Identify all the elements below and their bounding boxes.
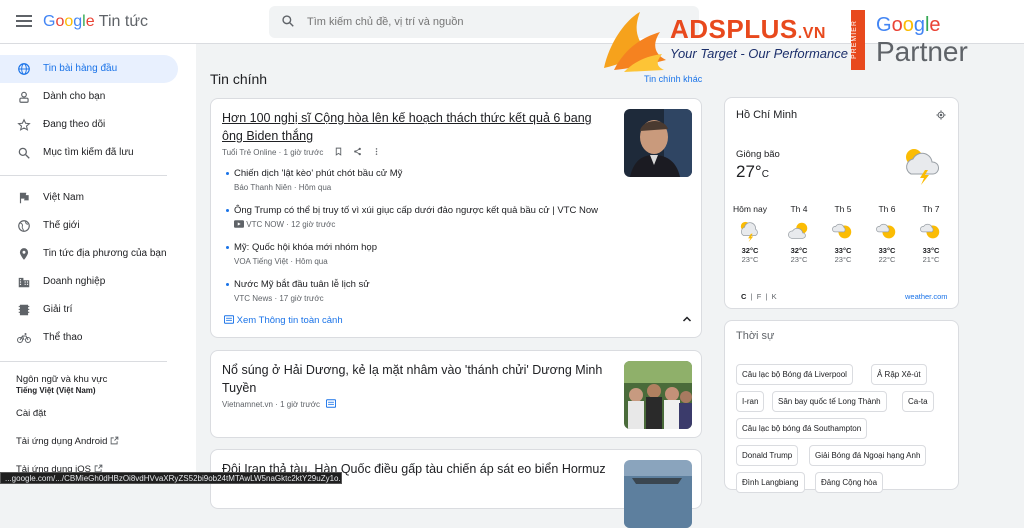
sidebar-item-entertainment[interactable]: Giải trí	[0, 296, 178, 324]
related-story-link[interactable]: Ông Trump có thể bị truy tố vì xúi giục …	[225, 205, 598, 216]
divider	[0, 175, 167, 176]
story-thumbnail[interactable]	[624, 109, 692, 177]
sidebar-item-saved-searches[interactable]: Mục tìm kiếm đã lưu	[0, 139, 178, 167]
building-icon	[17, 275, 31, 289]
external-link-icon	[110, 436, 119, 445]
world-icon	[17, 219, 31, 233]
location-target-icon[interactable]	[936, 110, 946, 120]
video-icon	[234, 220, 244, 228]
related-story-link[interactable]: Mỹ: Quốc hội khóa mới nhóm họp	[226, 242, 377, 253]
topics-title: Thời sự	[736, 330, 775, 342]
sidebar-item-top-stories[interactable]: Tin bài hàng đầu	[0, 55, 178, 83]
divider	[0, 361, 167, 362]
adsplus-logo: ADSPLUS.VN Your Target - Our Performance	[600, 10, 870, 72]
story-headline[interactable]: Hơn 100 nghị sĩ Cộng hòa lên kế hoạch th…	[222, 109, 610, 145]
forecast-day[interactable]: Th 5 33°C 23°C	[824, 204, 862, 264]
sidebar-item-business[interactable]: Doanh nghiệp	[0, 268, 178, 296]
full-coverage-icon[interactable]	[326, 399, 337, 408]
related-story-link[interactable]: Nước Mỹ bắt đầu tuân lễ lịch sử	[226, 279, 370, 290]
topic-chip[interactable]: Ả Rập Xê-út	[871, 364, 927, 385]
bookmark-icon[interactable]	[334, 147, 343, 156]
topic-chip[interactable]: Câu lạc bộ Bóng đá Liverpool	[736, 364, 853, 385]
partly-cloudy-icon	[920, 223, 940, 239]
logo-suffix: Tin tức	[98, 13, 149, 30]
storm-icon	[740, 221, 758, 242]
flag-icon	[17, 191, 31, 205]
sidebar-item-local-news[interactable]: Tin tức địa phương của bạn	[0, 240, 178, 268]
adsplus-tagline: Your Target - Our Performance	[670, 46, 848, 61]
unit-celsius[interactable]: C	[741, 292, 746, 301]
weather-city[interactable]: Hồ Chí Minh	[736, 109, 797, 121]
sidebar-item-sports[interactable]: Thể thao	[0, 324, 178, 352]
topics-card: Thời sự Câu lạc bộ Bóng đá Liverpool Ả R…	[724, 320, 959, 493]
temperature-unit-switch: C | F | K	[741, 292, 777, 301]
google-partner-logo: Google Partner	[876, 14, 968, 67]
side-navigation: Tin bài hàng đầu Dành cho bạn Đang theo …	[0, 44, 196, 484]
more-options-icon[interactable]	[372, 147, 381, 156]
top-bar: Google Tin tức	[0, 0, 1024, 44]
language-region-label[interactable]: Ngôn ngữ và khu vực	[16, 374, 107, 385]
story-thumbnail[interactable]	[624, 460, 692, 528]
google-news-logo[interactable]: Google Tin tức	[43, 13, 148, 31]
topic-chip[interactable]: I-ran	[736, 391, 765, 412]
forecast-day[interactable]: Th 6 33°C 22°C	[868, 204, 906, 264]
share-icon[interactable]	[353, 147, 362, 156]
partly-cloudy-icon	[876, 223, 896, 239]
search-icon[interactable]	[281, 14, 295, 28]
story-card: Nổ súng ở Hải Dương, kẻ lạ mặt nhâm vào …	[210, 350, 702, 438]
flame-logo-icon	[604, 12, 666, 72]
globe-icon	[17, 62, 31, 76]
weather-temperature: 27°C	[736, 162, 769, 181]
topic-chip[interactable]: Giải Bóng đá Ngoại hạng Anh	[809, 445, 927, 466]
story-source[interactable]: Vietnamnet.vn	[222, 400, 273, 409]
person-icon	[17, 90, 31, 104]
language-region-value[interactable]: Tiếng Việt (Việt Nam)	[16, 386, 96, 395]
storm-icon	[906, 149, 939, 185]
bicycle-icon	[17, 331, 31, 345]
partly-cloudy-icon	[788, 222, 808, 239]
sidebar-item-following[interactable]: Đang theo dõi	[0, 111, 178, 139]
related-story-link[interactable]: Chiến dịch 'lật kèo' phút chót bầu cử Mỹ	[225, 168, 402, 179]
weather-condition: Giông bão	[736, 149, 780, 160]
sidebar-item-for-you[interactable]: Dành cho bạn	[0, 83, 178, 111]
search-icon	[17, 146, 31, 160]
topic-chip[interactable]: Câu lạc bộ bóng đá Southampton	[736, 418, 868, 439]
story-time: 1 giờ trước	[283, 148, 324, 157]
weather-source-link[interactable]: weather.com	[905, 292, 948, 301]
story-thumbnail[interactable]	[624, 361, 692, 429]
sidebar-item-world[interactable]: Thế giới	[0, 212, 178, 240]
story-source[interactable]: Tuổi Trẻ Online	[222, 148, 276, 157]
unit-kelvin[interactable]: K	[772, 292, 777, 301]
full-coverage-icon	[223, 315, 235, 324]
story-card: Hơn 100 nghị sĩ Cộng hòa lên kế hoạch th…	[210, 98, 702, 338]
topic-chip[interactable]: Ca-ta	[902, 391, 934, 412]
unit-fahrenheit[interactable]: F	[757, 292, 762, 301]
sidebar-item-vietnam[interactable]: Việt Nam	[0, 184, 178, 212]
more-top-stories-link[interactable]: Tin chính khác	[644, 74, 702, 84]
hamburger-menu-icon[interactable]	[16, 15, 32, 27]
topic-chip[interactable]: Đình Langbiang	[736, 472, 805, 493]
settings-link[interactable]: Cài đặt	[16, 408, 46, 419]
location-pin-icon	[17, 247, 31, 261]
film-icon	[17, 303, 31, 317]
story-headline[interactable]: Nổ súng ở Hải Dương, kẻ lạ mặt nhâm vào …	[222, 361, 610, 397]
weather-card: Hồ Chí Minh Giông bão 27°C Hôm nay 32°C …	[724, 97, 959, 309]
premier-badge: PREMIER	[851, 10, 865, 70]
section-title: Tin chính	[210, 71, 268, 87]
star-icon	[17, 118, 31, 132]
status-bar-url: ...google.com/.../CBMieGh0dHBzOi8vdHVvaX…	[0, 472, 342, 484]
forecast-day[interactable]: Hôm nay 32°C 23°C	[731, 204, 769, 264]
topic-chip[interactable]: Đảng Cộng hòa	[815, 472, 884, 493]
chevron-up-icon[interactable]	[681, 313, 693, 325]
topic-chip[interactable]: Sân bay quốc tế Long Thành	[772, 391, 887, 412]
forecast-day[interactable]: Th 4 32°C 23°C	[780, 204, 818, 264]
full-coverage-link[interactable]: Xem Thông tin toàn cảnh	[223, 315, 343, 326]
forecast-day[interactable]: Th 7 33°C 21°C	[912, 204, 950, 264]
partly-cloudy-icon	[832, 223, 852, 239]
android-app-link[interactable]: Tải ứng dụng Android	[16, 436, 119, 447]
story-time: 1 giờ trước	[280, 400, 320, 409]
topic-chip[interactable]: Donald Trump	[736, 445, 799, 466]
